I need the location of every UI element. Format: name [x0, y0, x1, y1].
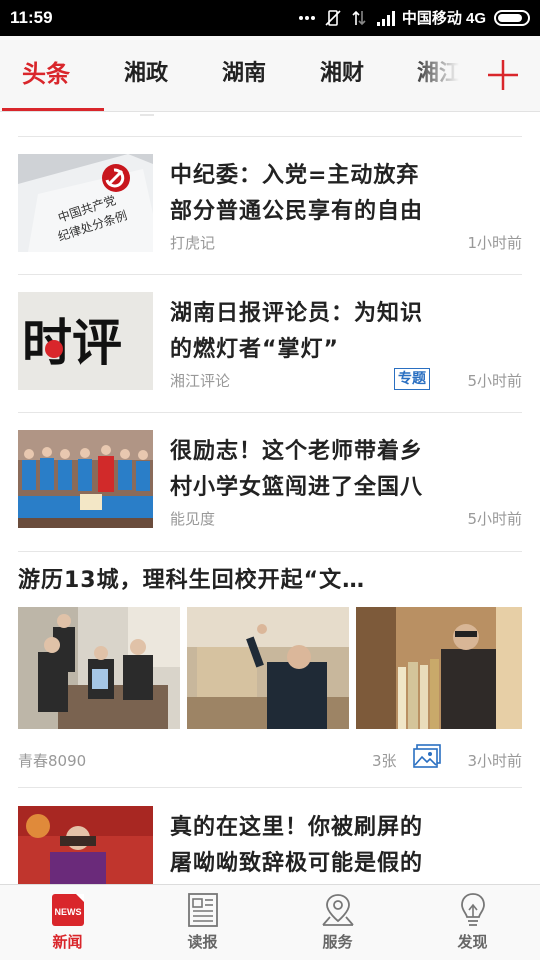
gallery-title[interactable]: 游历13城，理科生回校开起“文…	[18, 563, 522, 599]
add-channel-button[interactable]	[478, 50, 528, 100]
news-item[interactable]: 中国共产党 纪律处分条例 中纪委：入党=主动放弃 部分普通公民享有的自由 打虎记…	[18, 148, 522, 266]
news-time: 1小时前	[467, 234, 522, 252]
news-item[interactable]: 时评 湖南日报评论员：为知识 的燃灯者“掌灯” 湘江评论 专题 5小时前	[18, 286, 522, 404]
nav-news[interactable]: NEWS 新闻	[0, 885, 135, 961]
divider	[18, 412, 522, 413]
news-time: 5小时前	[467, 372, 522, 390]
status-icons: 中国移动 4G	[298, 7, 530, 28]
nav-label: 读报	[187, 933, 218, 951]
tab-hunan[interactable]: 湖南	[222, 36, 266, 112]
news-thumbnail	[18, 806, 153, 884]
nav-label: 服务	[322, 933, 353, 951]
divider	[18, 551, 522, 552]
nav-label: 发现	[457, 933, 488, 951]
location-icon	[319, 891, 357, 929]
news-source: 能见度	[170, 510, 216, 528]
photo-count: 3张	[372, 752, 397, 770]
data-transfer-icon	[350, 9, 368, 27]
channel-tabs: 头条 湘政 湖南 湘财 湘江	[0, 36, 540, 112]
news-item[interactable]: 真的在这里！你被刷屏的 屠呦呦致辞极可能是假的	[18, 800, 522, 884]
news-thumbnail: 时评	[18, 292, 153, 390]
news-thumbnail	[18, 430, 153, 528]
gallery-photo	[187, 607, 349, 729]
bottom-navigation: NEWS 新闻 读报 服务 发现	[0, 884, 540, 960]
plus-icon	[488, 60, 518, 90]
signal-icon	[376, 9, 395, 27]
lightbulb-icon	[454, 891, 492, 929]
more-dots-icon	[298, 9, 316, 27]
nav-discover[interactable]: 发现	[405, 885, 540, 961]
gallery-time: 3小时前	[467, 752, 522, 770]
gallery-photo	[356, 607, 522, 729]
vibrate-off-icon	[324, 9, 342, 27]
gallery-photo	[18, 607, 180, 729]
news-time: 5小时前	[467, 510, 522, 528]
divider	[18, 136, 522, 137]
news-title[interactable]: 真的在这里！你被刷屏的 屠呦呦致辞极可能是假的	[170, 810, 522, 882]
divider	[18, 274, 522, 275]
news-item[interactable]: 很励志！这个老师带着乡 村小学女篮闯进了全国八 能见度 5小时前	[18, 424, 522, 542]
svg-text:NEWS: NEWS	[54, 907, 81, 917]
gallery-source: 青春8090	[18, 752, 87, 770]
image-icon	[412, 743, 442, 771]
topic-badge: 专题	[394, 368, 430, 390]
nav-services[interactable]: 服务	[270, 885, 405, 961]
news-feed[interactable]: 中国共产党 纪律处分条例 中纪委：入党=主动放弃 部分普通公民享有的自由 打虎记…	[0, 112, 540, 884]
battery-icon	[494, 9, 530, 26]
tab-toutiao[interactable]: 头条	[22, 36, 70, 112]
carrier-label: 中国移动 4G	[401, 10, 486, 27]
tab-xiangzheng[interactable]: 湘政	[124, 36, 168, 112]
divider	[140, 114, 154, 116]
news-icon: NEWS	[49, 891, 87, 929]
news-title[interactable]: 湖南日报评论员：为知识 的燃灯者“掌灯”	[170, 296, 522, 368]
status-time: 11:59	[10, 8, 53, 27]
news-source: 湘江评论	[170, 372, 231, 390]
news-title[interactable]: 很励志！这个老师带着乡 村小学女篮闯进了全国八	[170, 434, 522, 506]
tab-xiangcai[interactable]: 湘财	[320, 36, 364, 112]
thumb-text: 时评	[22, 314, 122, 372]
divider	[18, 787, 522, 788]
news-thumbnail: 中国共产党 纪律处分条例	[18, 154, 153, 252]
news-title[interactable]: 中纪委：入党=主动放弃 部分普通公民享有的自由	[170, 158, 522, 230]
active-tab-indicator	[2, 108, 104, 111]
status-bar: 11:59 中国移动 4G	[0, 0, 540, 36]
tab-fade	[410, 36, 480, 111]
nav-label: 新闻	[52, 933, 83, 951]
newspaper-icon	[184, 891, 222, 929]
news-source: 打虎记	[170, 234, 216, 252]
nav-newspaper[interactable]: 读报	[135, 885, 270, 961]
